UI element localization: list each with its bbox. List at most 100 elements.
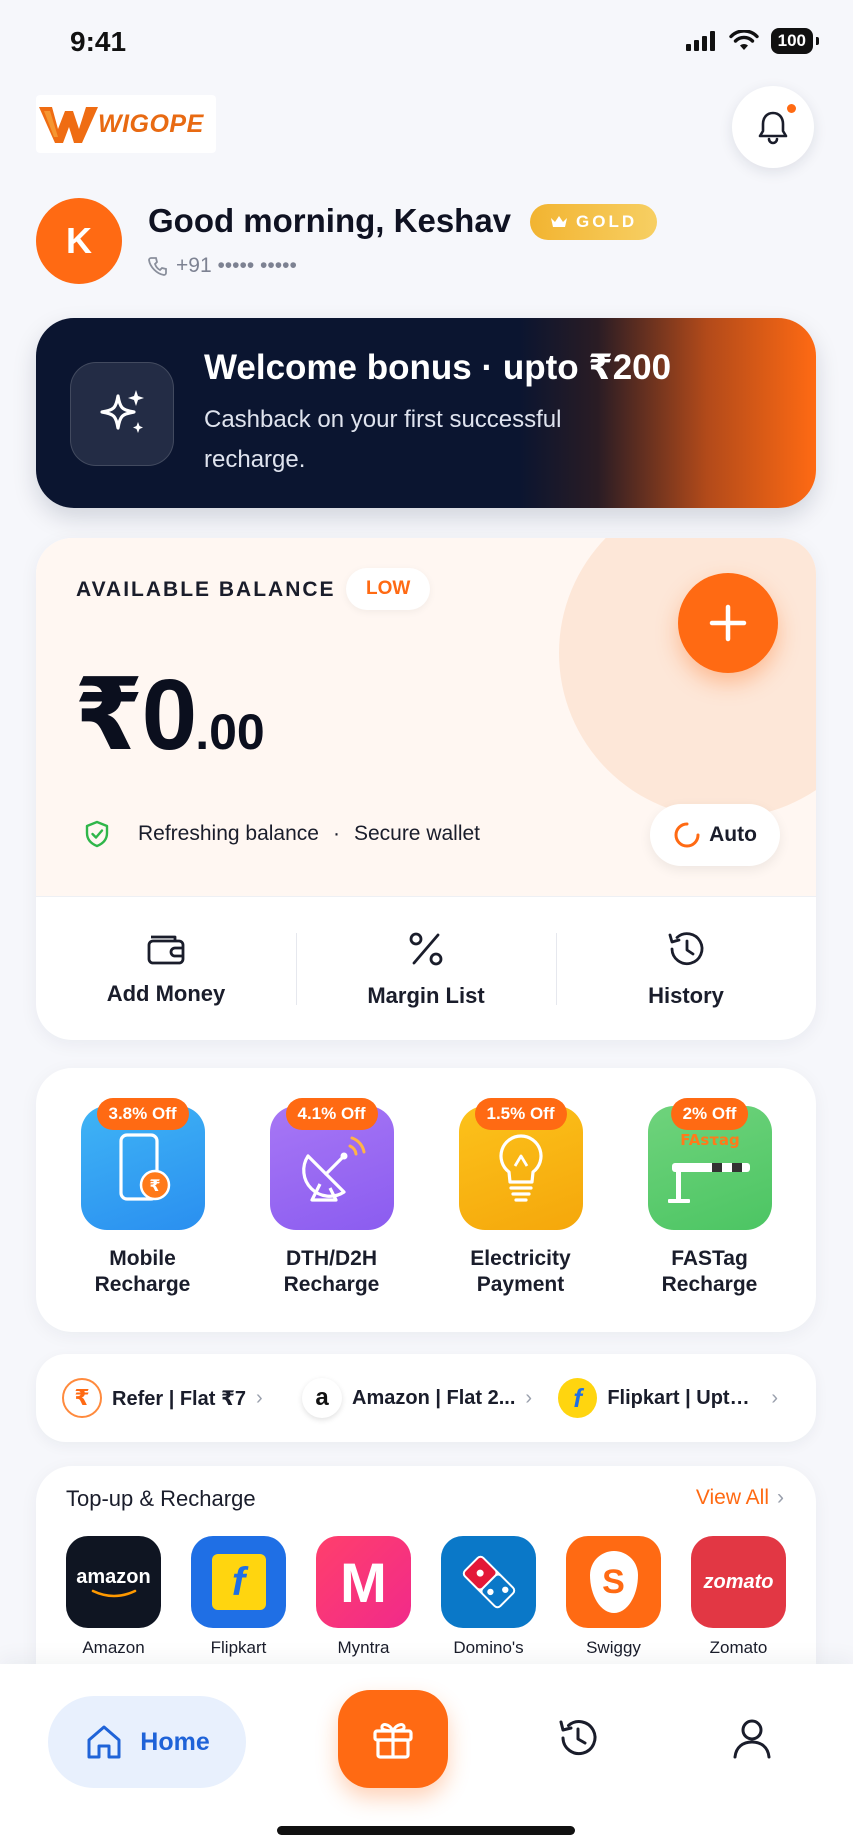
home-indicator [277,1826,575,1835]
flipkart-logo-icon: f [191,1536,286,1628]
service-dth-recharge[interactable]: 4.1% Off DTH/D2H Recharge [237,1068,426,1332]
refreshing-balance-text: Refreshing balance [138,822,319,845]
wallet-icon [147,935,185,964]
brand-flipkart[interactable]: f Flipkart [191,1536,286,1658]
profile-icon [733,1719,771,1759]
service-label-line1: DTH/D2H [285,1247,377,1270]
gift-icon [373,1723,413,1759]
welcome-bonus-banner[interactable]: Welcome bonus · upto ₹200 Cashback on yo… [36,318,816,508]
swiggy-logo-icon: S [566,1536,661,1628]
wigope-logo-mark-icon [39,107,98,143]
nav-home-label: Home [140,1727,210,1756]
myntra-logo-icon: M [316,1536,411,1628]
chevron-right-icon: › [256,1386,263,1409]
brand-list: amazon Amazon f Flipkart M Myntra Domino… [66,1536,786,1658]
status-bar: 9:41 100 [0,0,853,90]
amazon-logo-icon: amazon [66,1536,161,1628]
banner-title: Welcome bonus · upto ₹200 [204,348,672,387]
brand-dominos[interactable]: Domino's [441,1536,536,1658]
shield-check-icon [85,820,109,848]
amazon-logo-icon: a [302,1378,342,1418]
quick-actions: Add Money Margin List History [36,896,816,1040]
add-balance-button[interactable] [678,573,778,673]
zomato-logo-icon: zomato [691,1536,786,1628]
offer-flipkart[interactable]: f Flipkart | Upto ... › [558,1378,778,1418]
service-label-line2: Payment [476,1273,565,1296]
battery-indicator: 100 [770,28,820,54]
greeting-section: K Good morning, Keshav GOLD +91 ••••• ••… [36,198,816,288]
offer-text: Refer | Flat ₹7 [112,1387,246,1410]
discount-badge: 4.1% Off [285,1098,378,1130]
notifications-button[interactable] [732,86,814,168]
brand-myntra[interactable]: M Myntra [316,1536,411,1658]
balance-amount: ₹0 .00 [74,656,265,773]
history-icon [559,1720,597,1756]
chevron-right-icon: › [771,1386,778,1409]
service-mobile-recharge[interactable]: 3.8% Off ₹ Mobile Recharge [48,1068,237,1332]
nav-profile[interactable] [730,1716,774,1765]
discount-badge: 3.8% Off [96,1098,189,1130]
discount-badge: 1.5% Off [474,1098,567,1130]
phone-number: +91 ••••• ••••• [176,254,297,277]
avatar[interactable]: K [36,198,122,284]
history-label: History [648,982,724,1008]
toll-barrier-icon: FAsτag [667,1131,750,1203]
bottom-navigation: Home [0,1664,853,1844]
balance-header: AVAILABLE BALANCE LOW ₹0 .00 Refreshing … [36,538,816,896]
brand-logo-text: S [602,1562,625,1601]
service-label-line2: Recharge [283,1273,380,1296]
balance-amount-integer: ₹0 [74,659,197,771]
service-label: Electricity Payment [426,1246,615,1298]
logo-text: WIGOPE [98,109,204,138]
app-logo: WIGOPE [36,95,216,153]
secure-wallet-text: Secure wallet [353,822,481,845]
banner-subtitle: Cashback on your first successful rechar… [204,406,562,473]
section-title: Top-up & Recharge [66,1486,256,1511]
margin-list-button[interactable]: Margin List [296,897,556,1040]
fastag-tag-text: FAsτag [680,1131,740,1149]
balance-label: AVAILABLE BALANCE [76,578,336,601]
mobile-recharge-icon: ₹ [118,1133,170,1201]
view-all-link[interactable]: View All › [696,1486,784,1510]
phone-row: +91 ••••• ••••• [148,254,297,278]
margin-list-label: Margin List [367,982,485,1008]
amazon-smile-icon [91,1589,136,1597]
service-label-line2: Recharge [94,1273,191,1296]
sparkle-icon [100,390,144,433]
add-money-button[interactable]: Add Money [36,897,296,1040]
domino-tile-icon [462,1555,515,1609]
nav-rewards[interactable] [338,1690,448,1788]
auto-refresh-toggle[interactable]: Auto [650,804,780,866]
nav-history[interactable] [556,1716,600,1765]
offer-amazon[interactable]: a Amazon | Flat 2... › [302,1378,538,1418]
topup-section: Top-up & Recharge View All › amazon Amaz… [36,1466,816,1666]
brand-swiggy[interactable]: S Swiggy [566,1536,661,1658]
brand-label: Amazon [82,1638,145,1657]
offer-text: Amazon | Flat 2... [352,1386,516,1409]
bulb-icon [498,1134,543,1202]
discount-badge: 2% Off [670,1098,749,1130]
greeting-title: Good morning, Keshav [148,202,512,239]
plus-icon [709,604,747,642]
rupee-icon: ₹ [62,1378,102,1418]
wifi-icon [728,30,759,50]
service-label-line1: Mobile [109,1247,176,1270]
chevron-right-icon: › [777,1486,784,1509]
offers-strip: ₹ Refer | Flat ₹7 › a Amazon | Flat 2...… [36,1354,816,1442]
add-money-label: Add Money [106,980,226,1006]
decorative-circle [559,538,816,818]
loading-spinner-icon [674,822,700,848]
service-label-line1: FASTag [671,1247,748,1270]
service-label: Mobile Recharge [48,1246,237,1298]
offer-refer[interactable]: ₹ Refer | Flat ₹7 › [62,1378,282,1418]
cellular-signal-icon [685,31,715,51]
svg-text:₹: ₹ [149,1176,160,1195]
service-fastag-recharge[interactable]: 2% Off FAsτag FASTag Recharge [615,1068,804,1332]
nav-home[interactable]: Home [48,1696,246,1788]
phone-icon [148,257,167,276]
brand-label: Domino's [453,1638,524,1657]
history-button[interactable]: History [556,897,816,1040]
service-electricity-payment[interactable]: 1.5% Off Electricity Payment [426,1068,615,1332]
brand-amazon[interactable]: amazon Amazon [66,1536,161,1658]
brand-zomato[interactable]: zomato Zomato [691,1536,786,1658]
